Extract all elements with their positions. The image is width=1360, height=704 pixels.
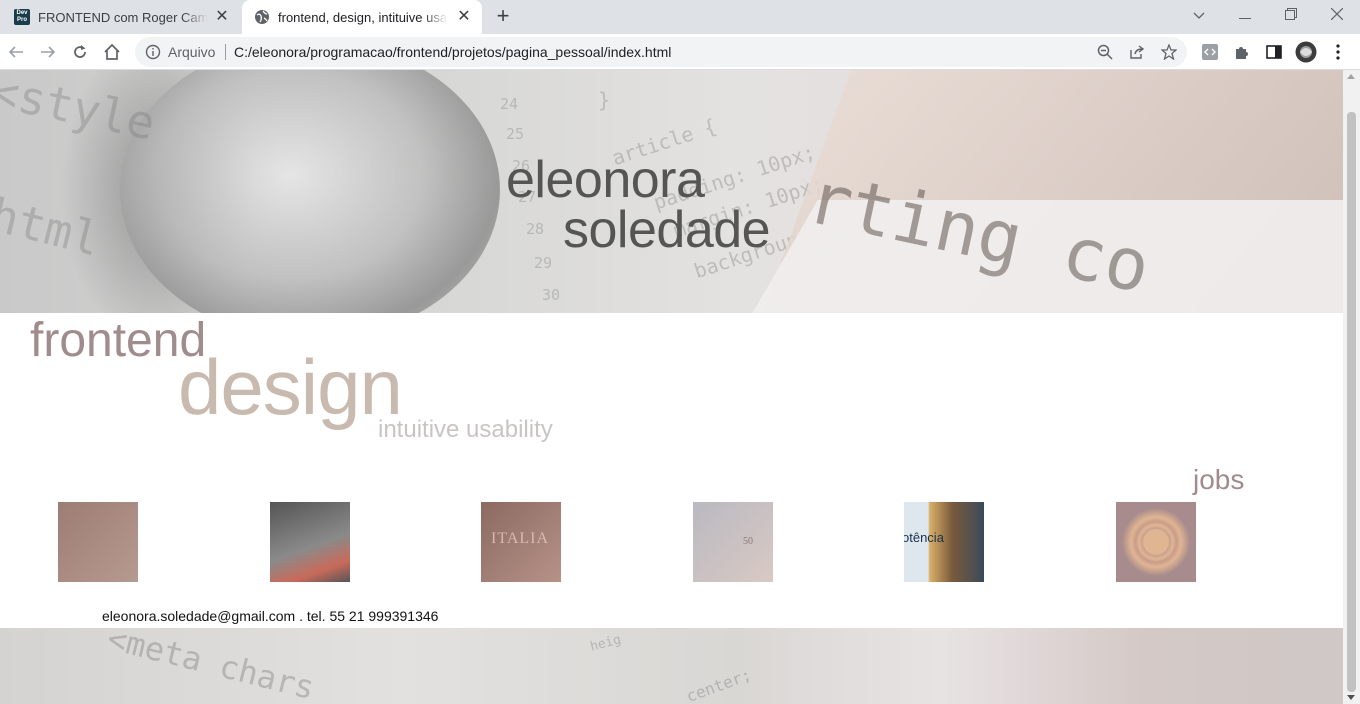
job-thumbnail[interactable]: ITALIA bbox=[481, 502, 561, 582]
zoom-icon[interactable] bbox=[1097, 44, 1113, 60]
security-label: Arquivo bbox=[168, 44, 216, 60]
job-thumbnail-caption: ITALIA bbox=[491, 530, 550, 547]
restore-icon[interactable] bbox=[1277, 4, 1305, 26]
footer-code-fragment: center; bbox=[683, 665, 754, 704]
scroll-up-arrow-icon[interactable] bbox=[1347, 74, 1355, 79]
url-text[interactable]: C:/eleonora/programacao/frontend/projeto… bbox=[234, 44, 671, 60]
minimize-icon[interactable] bbox=[1231, 4, 1259, 26]
page-viewport: <style html article { padding: 10px; mar… bbox=[0, 70, 1343, 704]
tab-search-chevron-icon[interactable] bbox=[1185, 4, 1213, 26]
banner-line-number: 28 bbox=[526, 220, 545, 238]
close-tab-icon[interactable]: ✕ bbox=[456, 9, 472, 25]
job-thumbnail[interactable] bbox=[58, 502, 138, 582]
close-tab-icon[interactable]: ✕ bbox=[214, 9, 230, 25]
page-scrollbar[interactable] bbox=[1343, 70, 1360, 704]
profile-avatar-icon[interactable] bbox=[1294, 40, 1318, 64]
banner-line-number: 25 bbox=[506, 125, 525, 143]
portrait-photo bbox=[120, 70, 500, 313]
back-icon[interactable] bbox=[4, 40, 28, 64]
reload-icon[interactable] bbox=[68, 40, 92, 64]
tab-strip: Dev Pro FRONTEND com Roger Camargo ✕ fro… bbox=[0, 0, 1360, 34]
banner-line-number: 29 bbox=[534, 254, 553, 272]
tagline-usability: intuitive usability bbox=[378, 416, 553, 443]
browser-toolbar: Arquivo C:/eleonora/programacao/frontend… bbox=[0, 34, 1360, 70]
footer-code-fragment: heig bbox=[588, 632, 623, 655]
share-icon[interactable] bbox=[1129, 44, 1145, 60]
site-name-last: soledade bbox=[563, 201, 771, 259]
devtools-extension-icon[interactable] bbox=[1198, 40, 1222, 64]
tab-title: frontend, design, intituive usabilit bbox=[278, 9, 448, 25]
scrollbar-thumb[interactable] bbox=[1347, 112, 1356, 692]
globe-icon bbox=[255, 10, 269, 24]
banner-line-number: 24 bbox=[500, 95, 519, 113]
job-thumbnail[interactable]: otência bbox=[904, 502, 984, 582]
jobs-heading: jobs bbox=[1193, 464, 1245, 495]
banner-line-number: 30 bbox=[542, 286, 561, 304]
forward-icon[interactable] bbox=[36, 40, 60, 64]
footer-banner: <meta chars center; heig bbox=[0, 628, 1343, 704]
header-banner: <style html article { padding: 10px; mar… bbox=[0, 70, 1343, 313]
bookmark-star-icon[interactable] bbox=[1161, 44, 1177, 60]
close-window-icon[interactable] bbox=[1323, 4, 1351, 26]
job-thumbnail-caption: otência bbox=[904, 530, 944, 545]
scroll-down-arrow-icon[interactable] bbox=[1347, 695, 1355, 700]
footer-code-fragment: <meta chars bbox=[103, 628, 319, 704]
extensions-puzzle-icon[interactable] bbox=[1230, 40, 1254, 64]
job-thumbnail[interactable] bbox=[1116, 502, 1196, 582]
menu-kebab-icon[interactable] bbox=[1326, 40, 1350, 64]
devpro-icon: Dev Pro bbox=[14, 9, 30, 25]
home-icon[interactable] bbox=[100, 40, 124, 64]
tab-title: FRONTEND com Roger Camargo bbox=[38, 9, 208, 25]
address-bar[interactable]: Arquivo C:/eleonora/programacao/frontend… bbox=[135, 37, 1187, 67]
tagline-design: design bbox=[178, 343, 403, 431]
banner-code-fragment: } bbox=[598, 88, 611, 112]
tab-frontend-roger[interactable]: Dev Pro FRONTEND com Roger Camargo ✕ bbox=[0, 0, 240, 34]
job-thumbnail[interactable]: 50 bbox=[693, 502, 773, 582]
side-panel-icon[interactable] bbox=[1262, 40, 1286, 64]
new-tab-button[interactable]: + bbox=[492, 5, 514, 28]
job-thumbnail-caption: 50 bbox=[743, 536, 753, 547]
job-thumbnail[interactable] bbox=[270, 502, 350, 582]
address-separator bbox=[225, 44, 226, 60]
tab-eleonora-page[interactable]: frontend, design, intituive usabilit ✕ bbox=[242, 0, 482, 34]
contact-info: eleonora.soledade@gmail.com . tel. 55 21… bbox=[102, 608, 439, 624]
info-icon[interactable] bbox=[145, 44, 161, 60]
